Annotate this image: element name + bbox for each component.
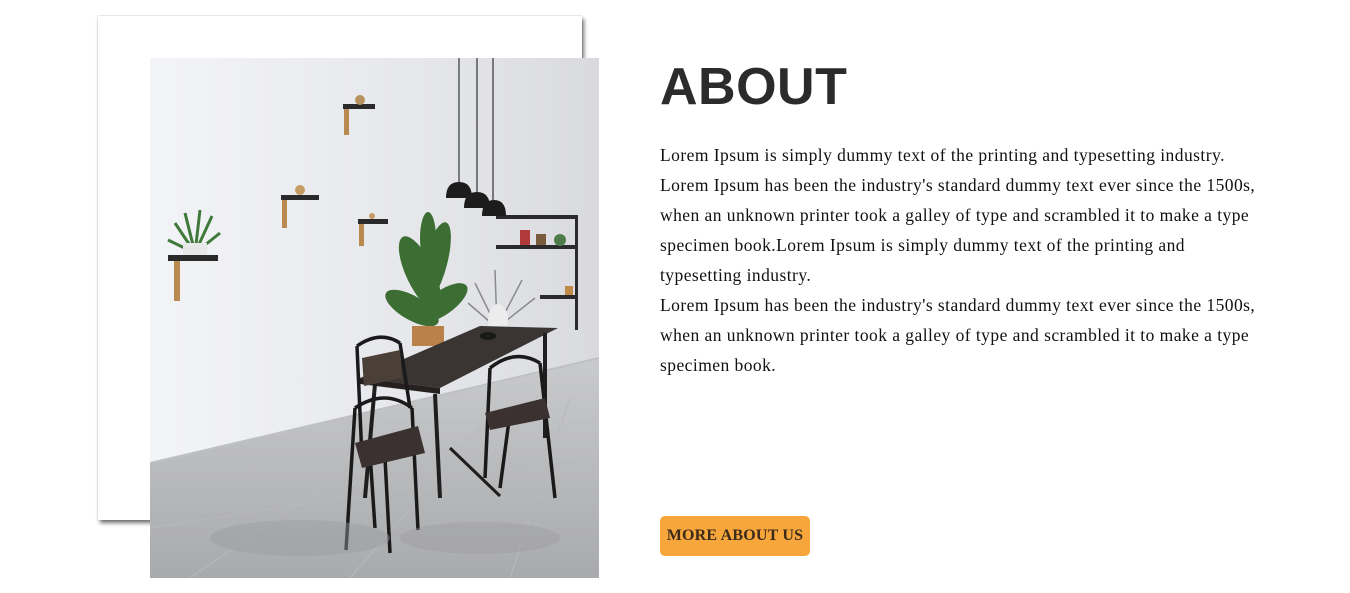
paragraph: Lorem Ipsum is simply dummy text of the … bbox=[660, 145, 1225, 165]
paragraph: Lorem Ipsum has been the industry's stan… bbox=[660, 295, 1256, 315]
more-about-us-button[interactable]: MORE ABOUT US bbox=[660, 516, 810, 556]
page-title: ABOUT bbox=[660, 58, 848, 116]
interior-photo bbox=[150, 58, 599, 578]
about-section: ABOUT Lorem Ipsum is simply dummy text o… bbox=[0, 0, 1350, 593]
paragraph: Lorem Ipsum has been the industry's stan… bbox=[660, 175, 1256, 195]
about-text: Lorem Ipsum is simply dummy text of the … bbox=[660, 140, 1260, 380]
paragraph: when an unknown printer took a galley of… bbox=[660, 325, 1250, 375]
paragraph: when an unknown printer took a galley of… bbox=[660, 205, 1250, 285]
about-content: ABOUT Lorem Ipsum is simply dummy text o… bbox=[660, 56, 1260, 380]
